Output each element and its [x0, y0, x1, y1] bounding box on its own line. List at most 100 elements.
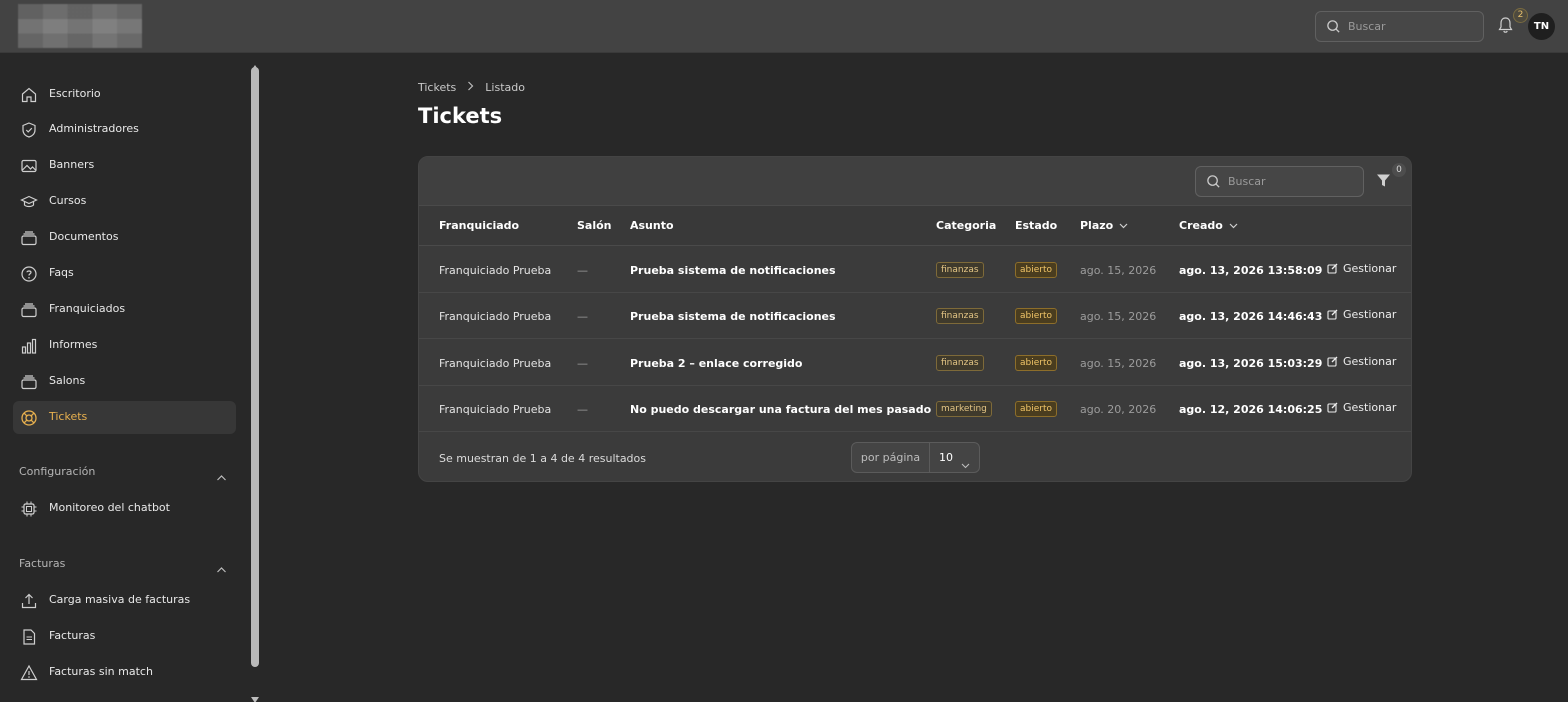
- sidebar-item-faqs[interactable]: Faqs: [13, 257, 236, 290]
- cell-plazo: ago. 15, 2026: [1080, 310, 1157, 323]
- cell-franquiciado: Franquiciado Prueba: [439, 264, 552, 277]
- category-badge: finanzas: [936, 308, 984, 324]
- lifebuoy-icon: [20, 409, 38, 427]
- cell-plazo: ago. 15, 2026: [1080, 264, 1157, 277]
- sidebar-item-tickets[interactable]: Tickets: [13, 401, 236, 434]
- chevron-down-icon[interactable]: [961, 454, 970, 472]
- column-header-label: Plazo: [1080, 219, 1114, 232]
- sidebar-item-cursos[interactable]: Cursos: [13, 185, 236, 218]
- question-circle-icon: [20, 265, 38, 283]
- sidebar-item-label: Documentos: [49, 230, 119, 243]
- sidebar-item-banners[interactable]: Banners: [13, 149, 236, 182]
- sidebar-item-escritorio[interactable]: Escritorio: [13, 78, 236, 111]
- cell-plazo: ago. 15, 2026: [1080, 357, 1157, 370]
- cell-salon: —: [577, 357, 588, 370]
- notifications-bell-icon[interactable]: [1497, 16, 1514, 38]
- scroll-down-arrow-icon[interactable]: [251, 688, 259, 702]
- sidebar-item-label: Carga masiva de facturas: [49, 593, 191, 606]
- column-header-salon: Salón: [577, 219, 612, 232]
- manage-button[interactable]: Gestionar: [1327, 308, 1396, 321]
- table-footer: Se muestran de 1 a 4 de 4 resultados por…: [419, 433, 1411, 481]
- sidebar-item-label: Salons: [49, 374, 86, 387]
- sidebar-item-documentos[interactable]: Documentos: [13, 221, 236, 254]
- shield-check-icon: [20, 121, 38, 139]
- table-search-input[interactable]: [1228, 167, 1356, 196]
- table-search[interactable]: [1195, 166, 1364, 197]
- sidebar-item-administradores[interactable]: Administradores: [13, 113, 236, 146]
- cell-salon: —: [577, 310, 588, 323]
- chevron-up-icon[interactable]: [216, 467, 227, 486]
- image-icon: [20, 157, 38, 175]
- global-search-input[interactable]: [1348, 12, 1476, 41]
- sidebar-item-salons[interactable]: Salons: [13, 365, 236, 398]
- sidebar-item-carga-masiva[interactable]: Carga masiva de facturas: [13, 584, 236, 617]
- manage-button[interactable]: Gestionar: [1327, 262, 1396, 275]
- category-badge: finanzas: [936, 355, 984, 371]
- manage-button[interactable]: Gestionar: [1327, 401, 1396, 414]
- table-row: Franquiciado Prueba — No puedo descargar…: [419, 386, 1411, 432]
- logo[interactable]: [18, 4, 142, 48]
- manage-button[interactable]: Gestionar: [1327, 355, 1396, 368]
- status-badge: abierto: [1015, 308, 1058, 324]
- home-icon: [20, 86, 38, 104]
- sort-chevron-down-icon: [1119, 223, 1128, 228]
- tickets-table-card: 0 Franquiciado Salón Asunto Categoria Es…: [418, 156, 1412, 482]
- breadcrumb-item-tickets[interactable]: Tickets: [418, 81, 456, 94]
- notifications-count-badge: 2: [1513, 8, 1528, 23]
- column-header-plazo[interactable]: Plazo: [1080, 219, 1128, 232]
- column-header-estado: Estado: [1015, 219, 1058, 232]
- cell-franquiciado: Franquiciado Prueba: [439, 310, 552, 323]
- table-header: Franquiciado Salón Asunto Categoria Esta…: [419, 206, 1411, 246]
- cell-asunto: No puedo descargar una factura del mes p…: [630, 403, 932, 416]
- category-badge: finanzas: [936, 262, 984, 278]
- sidebar-item-label: Tickets: [49, 410, 88, 423]
- folder-stack-icon: [20, 373, 38, 391]
- breadcrumb-item-listado: Listado: [485, 81, 525, 94]
- edit-icon: [1327, 263, 1338, 274]
- sidebar-item-label: Banners: [49, 158, 95, 171]
- sidebar-item-label: Cursos: [49, 194, 87, 207]
- column-header-asunto: Asunto: [630, 219, 674, 232]
- edit-icon: [1327, 309, 1338, 320]
- sidebar-item-informes[interactable]: Informes: [13, 329, 236, 362]
- per-page-value[interactable]: 10: [939, 443, 953, 472]
- edit-icon: [1327, 402, 1338, 413]
- per-page-label: por página: [852, 443, 930, 472]
- cell-creado: ago. 12, 2026 14:06:25: [1179, 403, 1323, 416]
- sidebar-item-facturas[interactable]: Facturas: [13, 620, 236, 653]
- breadcrumb: Tickets Listado: [418, 81, 525, 94]
- warning-triangle-icon: [20, 664, 38, 682]
- user-avatar[interactable]: TN: [1528, 13, 1555, 40]
- sidebar-item-monitoreo-chatbot[interactable]: Monitoreo del chatbot: [13, 492, 236, 525]
- chevron-up-icon[interactable]: [216, 559, 227, 578]
- per-page-select[interactable]: por página 10: [851, 442, 980, 473]
- cell-salon: —: [577, 264, 588, 277]
- section-title-configuracion: Configuración: [19, 465, 96, 478]
- column-header-franquiciado: Franquiciado: [439, 219, 520, 232]
- upload-icon: [20, 592, 38, 610]
- cell-creado: ago. 13, 2026 13:58:09: [1179, 264, 1323, 277]
- cell-franquiciado: Franquiciado Prueba: [439, 403, 552, 416]
- sidebar: Escritorio Administradores Banners Curso…: [0, 54, 264, 702]
- sidebar-item-label: Escritorio: [49, 87, 101, 100]
- filter-icon[interactable]: [1376, 173, 1391, 192]
- sort-chevron-down-icon: [1229, 223, 1238, 228]
- manage-button-label: Gestionar: [1343, 401, 1397, 414]
- manage-button-label: Gestionar: [1343, 355, 1397, 368]
- column-header-creado[interactable]: Creado: [1179, 219, 1238, 232]
- sidebar-item-label: Facturas: [49, 629, 96, 642]
- bar-chart-icon: [20, 337, 38, 355]
- column-header-label: Creado: [1179, 219, 1223, 232]
- status-badge: abierto: [1015, 355, 1058, 371]
- table-row: Franquiciado Prueba — Prueba 2 – enlace …: [419, 340, 1411, 386]
- sidebar-item-franquiciados[interactable]: Franquiciados: [13, 293, 236, 326]
- status-badge: abierto: [1015, 401, 1058, 417]
- search-icon: [1326, 19, 1341, 38]
- cell-creado: ago. 13, 2026 14:46:43: [1179, 310, 1323, 323]
- cell-creado: ago. 13, 2026 15:03:29: [1179, 357, 1323, 370]
- sidebar-item-facturas-sin-match[interactable]: Facturas sin match: [13, 656, 236, 689]
- global-search[interactable]: [1315, 11, 1484, 42]
- category-badge: marketing: [936, 401, 992, 417]
- sidebar-item-label: Faqs: [49, 266, 74, 279]
- sidebar-scrollbar-thumb[interactable]: [251, 67, 259, 667]
